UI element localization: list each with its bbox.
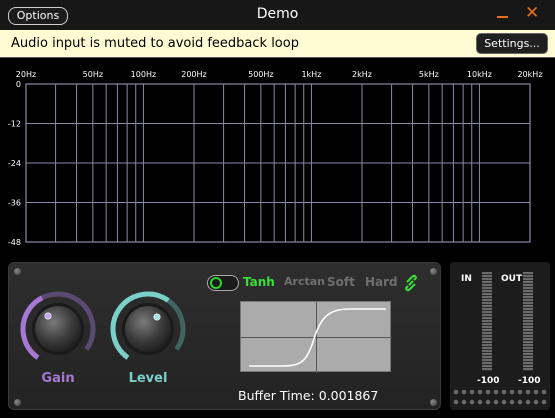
led-dot <box>525 389 531 395</box>
freq-tick-label: 5kHz <box>419 70 439 79</box>
led-dot <box>485 399 491 405</box>
gain-label: Gain <box>41 371 75 386</box>
freq-tick-label: 20Hz <box>16 70 36 79</box>
led-dot <box>541 399 547 405</box>
screw-icon <box>430 399 437 406</box>
led-dot <box>493 389 499 395</box>
bypass-toggle[interactable] <box>207 275 239 291</box>
screw-icon <box>430 268 437 275</box>
in-meter-value: -100 <box>477 376 500 386</box>
link-icon[interactable] <box>404 274 418 292</box>
led-dot <box>541 389 547 395</box>
led-dot <box>477 399 483 405</box>
feedback-notice-text: Audio input is muted to avoid feedback l… <box>11 36 299 51</box>
transfer-curve-display <box>240 301 392 373</box>
mode-arctan-button[interactable]: Arctan <box>284 275 325 288</box>
level-label: Level <box>128 371 168 386</box>
window-title: Demo <box>256 6 299 22</box>
led-dot <box>461 389 467 395</box>
screw-icon <box>14 399 21 406</box>
in-meter-label: IN <box>461 274 472 284</box>
led-dot <box>501 389 507 395</box>
freq-tick-label: 200Hz <box>181 70 206 79</box>
led-dot <box>469 399 475 405</box>
buffer-time-readout: Buffer Time: 0.001867 <box>238 388 379 403</box>
in-meter <box>482 272 492 371</box>
db-tick-label: -12 <box>8 120 21 129</box>
freq-tick-label: 50Hz <box>83 70 103 79</box>
mode-soft-button[interactable]: Soft <box>327 275 355 289</box>
freq-tick-label: 100Hz <box>131 70 156 79</box>
db-tick-label: -48 <box>8 238 21 247</box>
db-tick-label: 0 <box>16 80 21 89</box>
freq-tick-label: 10kHz <box>467 70 492 79</box>
gain-knob[interactable] <box>19 290 97 368</box>
screw-icon <box>14 268 21 275</box>
power-icon <box>210 277 222 289</box>
led-dot <box>517 389 523 395</box>
led-dot <box>493 399 499 405</box>
led-dot <box>509 389 515 395</box>
led-dot <box>477 389 483 395</box>
mode-tanh-button[interactable]: Tanh <box>243 275 275 289</box>
led-dot <box>501 399 507 405</box>
db-tick-label: -24 <box>8 159 21 168</box>
meter-led-row <box>452 387 548 409</box>
led-dot <box>509 399 515 405</box>
mode-hard-button[interactable]: Hard <box>365 275 398 289</box>
level-knob[interactable] <box>109 290 187 368</box>
freq-tick-label: 1kHz <box>301 70 321 79</box>
led-dot <box>525 399 531 405</box>
minimize-icon[interactable] <box>496 2 510 24</box>
out-meter-value: -100 <box>518 376 541 386</box>
close-icon[interactable]: ✕ <box>525 4 539 22</box>
db-tick-label: -36 <box>8 199 21 208</box>
feedback-notice-bar: Audio input is muted to avoid feedback l… <box>0 30 555 57</box>
led-dot <box>453 399 459 405</box>
freq-tick-label: 20kHz <box>517 70 542 79</box>
led-dot <box>485 389 491 395</box>
led-dot <box>533 389 539 395</box>
led-dot <box>461 399 467 405</box>
spectrum-analyser: 0 -12 -24 -36 -48 20Hz 50Hz 100Hz 200Hz 500Hz 1kHz… <box>0 57 555 255</box>
settings-button[interactable]: Settings... <box>476 33 548 54</box>
led-dot <box>453 389 459 395</box>
led-dot <box>533 399 539 405</box>
led-dot <box>517 399 523 405</box>
led-dot <box>469 389 475 395</box>
title-bar: Options Demo ✕ <box>0 0 555 30</box>
spectrum-graph: 0 -12 -24 -36 -48 20Hz 50Hz 100Hz 200Hz 500Hz 1kHz… <box>8 70 543 247</box>
out-meter <box>523 272 533 371</box>
freq-tick-label: 2kHz <box>352 70 372 79</box>
out-meter-label: OUT <box>501 274 523 284</box>
freq-tick-label: 500Hz <box>248 70 273 79</box>
